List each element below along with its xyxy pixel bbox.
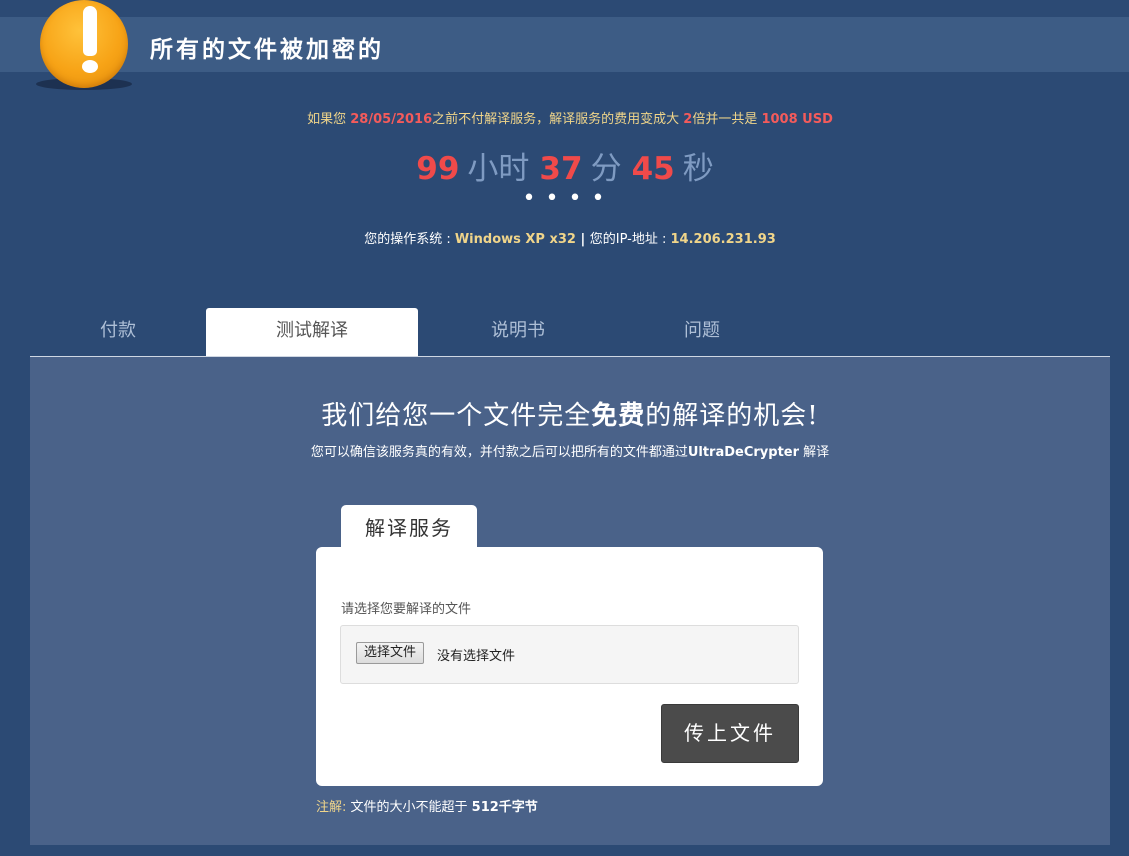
panel-heading-after: 的解译的机会! (645, 401, 819, 431)
deadline-notice: 如果您 28/05/2016之前不付解译服务，解译服务的费用变成大 2倍并一共是… (0, 108, 1129, 127)
deadline-multiplier: 2 (683, 112, 693, 127)
system-info: 您的操作系统 : Windows XP x32 | 您的IP-地址 : 14.2… (0, 228, 1129, 247)
deadline-amount: 1008 USD (761, 112, 833, 127)
file-status-text: 没有选择文件 (437, 649, 516, 664)
decrypt-service-tab: 解译服务 (341, 505, 477, 549)
tab-test-decrypt[interactable]: 测试解译 (206, 308, 418, 356)
file-select-label: 请选择您要解译的文件 (341, 602, 472, 617)
tab-instructions[interactable]: 说明书 (418, 308, 618, 356)
os-label: 您的操作系统 : (364, 232, 455, 247)
timer-hours: 99 (416, 151, 460, 187)
deadline-prefix: 如果您 (307, 112, 351, 127)
timer-seconds-unit: 秒 (682, 151, 714, 187)
ip-label: 您的IP-地址 : (589, 232, 671, 247)
panel-heading-bold: 免费 (591, 401, 646, 431)
os-value: Windows XP x32 (454, 232, 576, 247)
upload-file-button[interactable]: 传上文件 (661, 704, 799, 763)
panel-sub-after: 解译 (799, 445, 830, 460)
exclamation-icon-dot (82, 60, 98, 73)
countdown-timer: 99 小时 37 分 45 秒 (0, 143, 1129, 188)
panel-heading-before: 我们给您一个文件完全 (321, 401, 592, 431)
ip-value: 14.206.231.93 (670, 232, 776, 247)
tab-questions[interactable]: 问题 (618, 308, 786, 356)
file-size-note: 注解: 文件的大小不能超于 512千字节 (316, 796, 538, 815)
page-title: 所有的文件被加密的 (150, 36, 384, 63)
info-separator: | (575, 232, 590, 247)
file-input[interactable]: 选择文件 没有选择文件 (340, 625, 799, 684)
deadline-date: 28/05/2016 (350, 112, 433, 127)
tab-payment[interactable]: 付款 (30, 308, 206, 356)
panel-heading: 我们给您一个文件完全免费的解译的机会! (0, 395, 1129, 432)
panel-sub-before: 您可以确信该服务真的有效，并付款之后可以把所有的文件都通过 (310, 445, 688, 460)
timer-hours-unit: 小时 (467, 151, 530, 187)
note-size: 512千字节 (471, 800, 538, 815)
loading-dots: •••• (522, 186, 615, 211)
exclamation-icon-circle (40, 0, 128, 88)
exclamation-icon (34, 0, 134, 92)
deadline-after-multiplier: 倍并一共是 (692, 112, 762, 127)
panel-sub-bold: UltraDeCrypter (687, 445, 800, 460)
deadline-middle: 之前不付解译服务，解译服务的费用变成大 (432, 112, 684, 127)
exclamation-icon-bar (83, 6, 97, 56)
timer-seconds: 45 (631, 151, 675, 187)
timer-minutes: 37 (539, 151, 583, 187)
note-label: 注解: (316, 800, 347, 815)
decrypt-service-card: 请选择您要解译的文件 选择文件 没有选择文件 传上文件 (316, 547, 823, 786)
panel-subheading: 您可以确信该服务真的有效，并付款之后可以把所有的文件都通过UltraDeCryp… (0, 441, 1129, 460)
note-text: 文件的大小不能超于 (346, 800, 472, 815)
timer-minutes-unit: 分 (590, 151, 622, 187)
choose-file-button[interactable]: 选择文件 (356, 642, 425, 664)
